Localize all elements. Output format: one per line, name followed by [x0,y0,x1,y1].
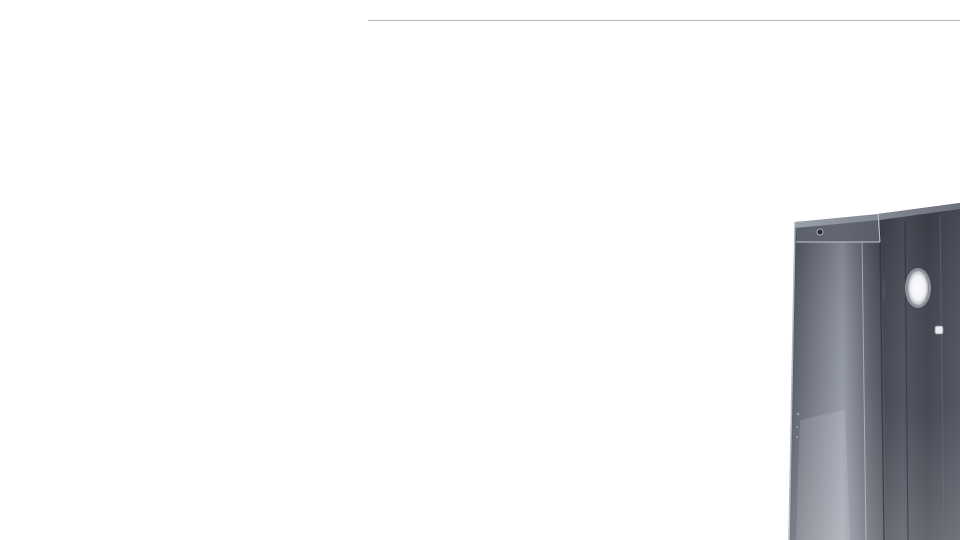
enclosure-left-wall [788,216,886,540]
knockout-hole [905,268,931,308]
mounting-hole [934,325,944,335]
page [0,0,960,540]
enclosure-photo [788,203,960,540]
